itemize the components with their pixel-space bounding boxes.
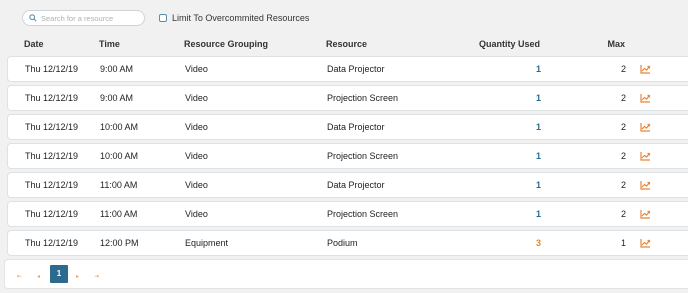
table-row[interactable]: Thu 12/12/19 11:00 AM Video Projection Scre… xyxy=(7,201,688,227)
col-quantity-header[interactable]: Quantity Used xyxy=(476,37,540,51)
date-cell: Thu 12/12/19 xyxy=(25,64,79,74)
resource-cell: Projection Screen xyxy=(327,93,399,103)
quantity-cell: 1 xyxy=(535,64,541,74)
table-row[interactable]: Thu 12/12/19 9:00 AM Video Data Projector 1 2 xyxy=(7,56,688,82)
date-cell: Thu 12/12/19 xyxy=(25,93,79,103)
table-row[interactable]: Thu 12/12/19 11:00 AM Video Data Projector 1… xyxy=(7,172,688,198)
date-cell: Thu 12/12/19 xyxy=(25,151,79,161)
resource-cell: Podium xyxy=(327,238,358,248)
page-1-button[interactable]: 1 xyxy=(50,265,68,283)
max-cell: 2 xyxy=(620,122,626,132)
overcommitted-checkbox[interactable] xyxy=(159,14,167,22)
table-row[interactable]: Thu 12/12/19 12:00 PM Equipment Podium 3 1 xyxy=(7,230,688,256)
table-row[interactable]: Thu 12/12/19 9:00 AM Video Projection Scree… xyxy=(7,85,688,111)
max-cell: 2 xyxy=(620,180,626,190)
col-grouping-header[interactable]: Resource Grouping xyxy=(184,37,268,51)
last-page-button[interactable]: ⇥ xyxy=(94,273,99,280)
grouping-cell: Video xyxy=(185,64,208,74)
table-header: Date Time Resource Grouping Resource Qua… xyxy=(0,37,688,51)
quantity-cell: 1 xyxy=(535,122,541,132)
max-cell: 2 xyxy=(620,209,626,219)
chart-trend-icon[interactable] xyxy=(640,238,651,248)
resource-cell: Projection Screen xyxy=(327,209,399,219)
time-cell: 11:00 AM xyxy=(100,209,138,219)
max-cell: 2 xyxy=(620,64,626,74)
grouping-cell: Video xyxy=(185,180,208,190)
time-cell: 10:00 AM xyxy=(100,151,139,161)
max-cell: 1 xyxy=(620,238,626,248)
chart-trend-icon[interactable] xyxy=(640,180,651,190)
search-icon xyxy=(29,14,37,22)
quantity-cell: 1 xyxy=(535,209,541,219)
time-cell: 11:00 AM xyxy=(100,180,138,190)
prev-page-button[interactable]: ◂ xyxy=(37,273,40,280)
grouping-cell: Video xyxy=(185,122,208,132)
quantity-cell: 1 xyxy=(535,93,541,103)
grouping-cell: Video xyxy=(185,93,208,103)
search-input[interactable] xyxy=(41,13,141,23)
toolbar: Limit To Overcommited Resources xyxy=(22,9,309,27)
chart-trend-icon[interactable] xyxy=(640,122,651,132)
next-page-button[interactable]: ▸ xyxy=(76,273,79,280)
resource-cell: Data Projector xyxy=(327,122,385,132)
time-cell: 9:00 AM xyxy=(100,93,134,103)
col-time-header[interactable]: Time xyxy=(99,37,120,51)
quantity-cell: 3 xyxy=(535,238,541,248)
grouping-cell: Equipment xyxy=(185,238,229,248)
chart-trend-icon[interactable] xyxy=(640,151,651,161)
max-cell: 2 xyxy=(620,93,626,103)
resource-cell: Projection Screen xyxy=(327,151,399,161)
table-row[interactable]: Thu 12/12/19 10:00 AM Video Projection Scre… xyxy=(7,143,688,169)
first-page-button[interactable]: ⇤ xyxy=(17,273,22,280)
chart-trend-icon[interactable] xyxy=(640,64,651,74)
resource-cell: Data Projector xyxy=(327,180,385,190)
time-cell: 12:00 PM xyxy=(100,238,139,248)
chart-trend-icon[interactable] xyxy=(640,209,651,219)
date-cell: Thu 12/12/19 xyxy=(25,238,79,248)
overcommitted-label: Limit To Overcommited Resources xyxy=(172,13,310,23)
date-cell: Thu 12/12/19 xyxy=(25,180,79,190)
overcommitted-filter[interactable]: Limit To Overcommited Resources xyxy=(159,13,309,23)
quantity-cell: 1 xyxy=(535,180,541,190)
date-cell: Thu 12/12/19 xyxy=(25,122,79,132)
pagination: ⇤ ◂ 1 ▸ ⇥ xyxy=(4,259,688,289)
time-cell: 9:00 AM xyxy=(100,64,134,74)
search-box[interactable] xyxy=(22,10,145,26)
grouping-cell: Video xyxy=(185,209,208,219)
grouping-cell: Video xyxy=(185,151,208,161)
time-cell: 10:00 AM xyxy=(100,122,139,132)
date-cell: Thu 12/12/19 xyxy=(25,209,79,219)
table-row[interactable]: Thu 12/12/19 10:00 AM Video Data Projector 1… xyxy=(7,114,688,140)
chart-trend-icon[interactable] xyxy=(640,93,651,103)
resource-cell: Data Projector xyxy=(327,64,385,74)
col-resource-header[interactable]: Resource xyxy=(326,37,367,51)
quantity-cell: 1 xyxy=(535,151,541,161)
col-date-header[interactable]: Date xyxy=(24,37,44,51)
max-cell: 2 xyxy=(620,151,626,161)
col-max-header[interactable]: Max xyxy=(595,37,625,51)
